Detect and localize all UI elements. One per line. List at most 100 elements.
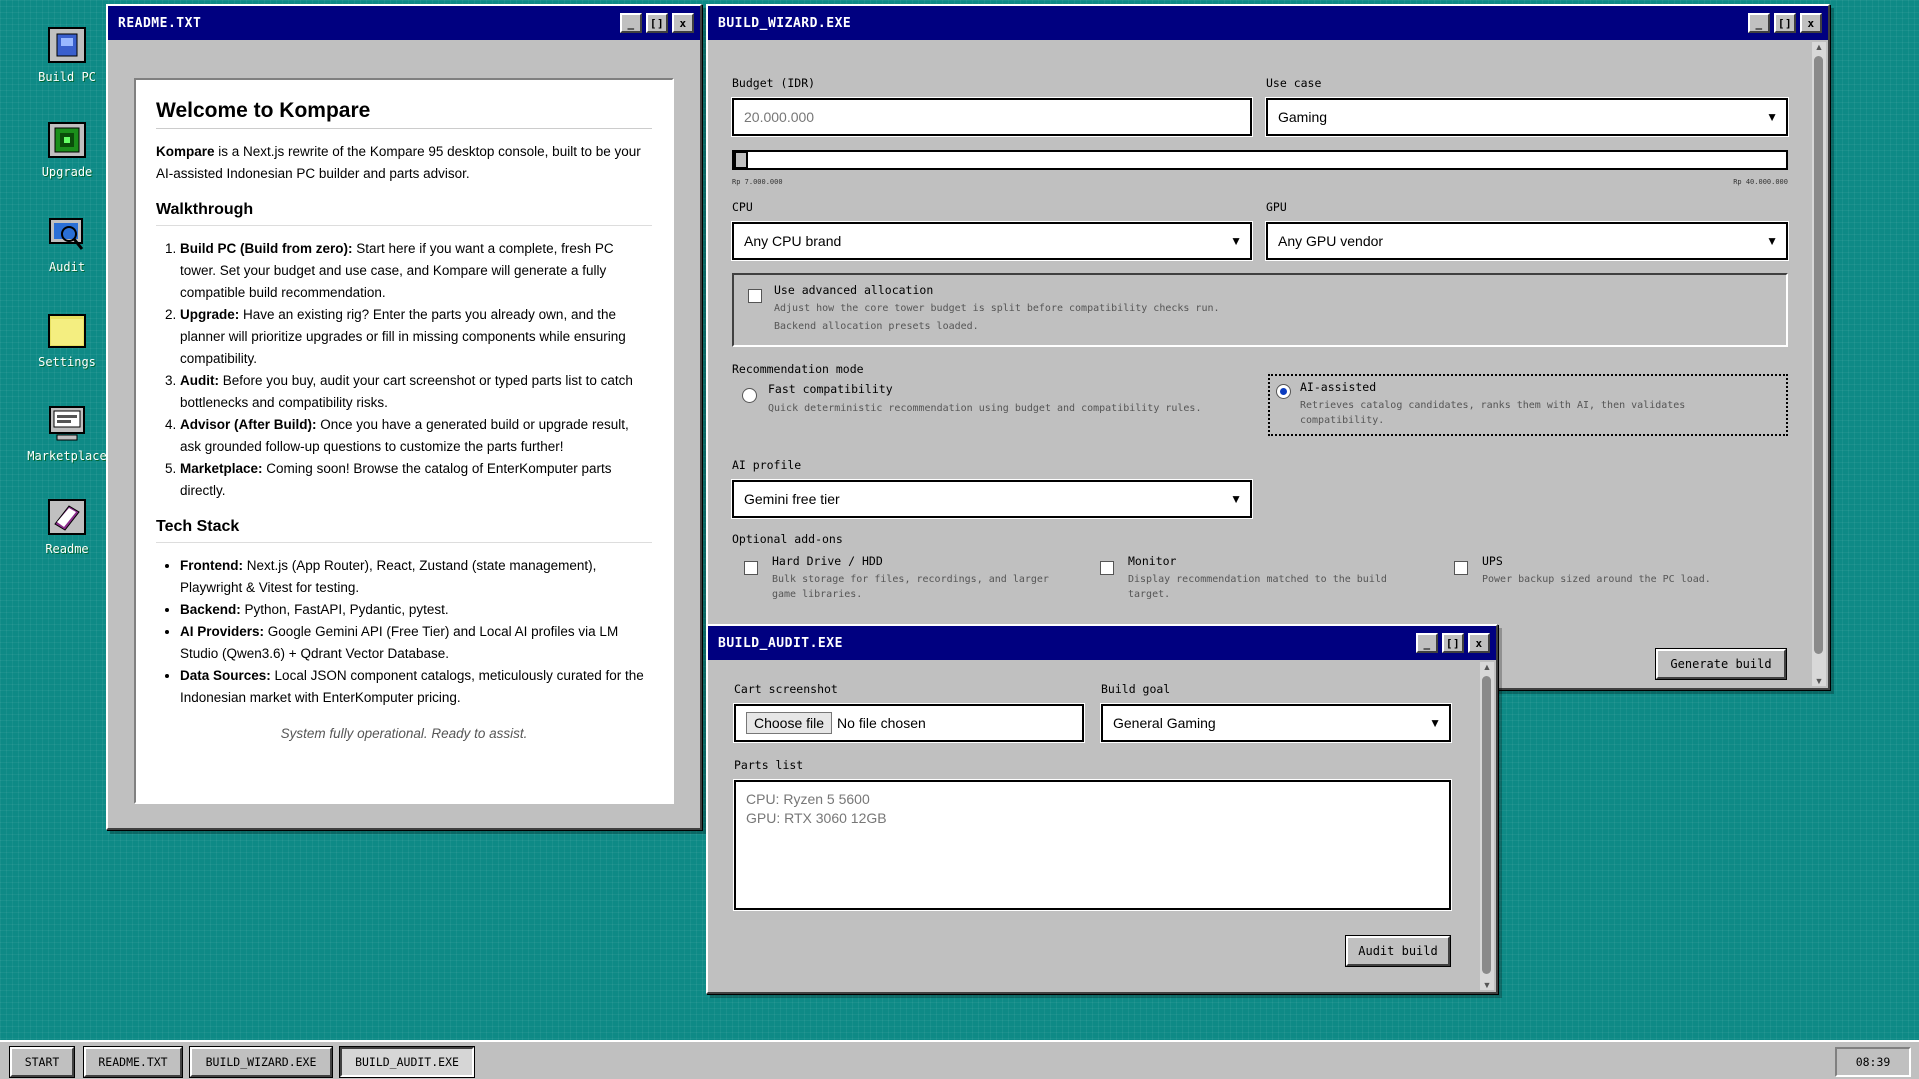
window-title: README.TXT [118,15,202,31]
maximize-button[interactable]: [] [646,13,668,33]
wizard-scrollbar[interactable]: ▲ ▼ [1812,42,1826,686]
wizard-body: Budget (IDR) 20.000.000 Use case Gaming … [708,40,1828,688]
choose-file-button[interactable]: Choose file [746,712,833,734]
audit-titlebar[interactable]: BUILD_AUDIT.EXE _ [] x [708,626,1496,660]
addon-hdd-title: Hard Drive / HDD [772,554,883,568]
minimize-button[interactable]: _ [1416,633,1438,653]
mode-label: Recommendation mode [732,362,864,376]
maximize-button[interactable]: [] [1774,13,1796,33]
list-item: Backend: Python, FastAPI, Pydantic, pyte… [180,599,652,621]
usecase-select[interactable]: Gaming ▼ [1265,97,1789,137]
list-item: Advisor (After Build): Once you have a g… [180,414,652,458]
list-item: Data Sources: Local JSON component catal… [180,665,652,709]
readme-document: Welcome to Kompare Kompare is a Next.js … [134,78,674,804]
item-bold: Build PC (Build from zero): [180,241,353,256]
minimize-button[interactable]: _ [620,13,642,33]
techstack-heading: Tech Stack [156,516,652,543]
close-button[interactable]: x [672,13,694,33]
scroll-up-icon[interactable]: ▲ [1480,662,1494,672]
taskbar-item-build-audit[interactable]: BUILD_AUDIT.EXE [339,1046,475,1078]
readme-intro: Kompare is a Next.js rewrite of the Komp… [156,141,652,185]
chevron-down-icon: ▼ [1230,234,1242,248]
walkthrough-heading: Walkthrough [156,199,652,226]
desktop-icon-marketplace[interactable]: Marketplace [20,405,114,463]
generate-build-button[interactable]: Generate build [1655,648,1787,680]
build-goal-select[interactable]: General Gaming ▼ [1100,703,1452,743]
desktop-icon-build-pc[interactable]: Build PC [20,26,114,84]
budget-slider-thumb[interactable] [734,151,748,169]
advanced-allocation-title: Use advanced allocation [774,283,934,297]
desktop-icon-label: Marketplace [27,449,107,463]
audit-build-button[interactable]: Audit build [1345,935,1451,967]
item-bold: AI Providers: [180,624,265,639]
taskbar-item-readme[interactable]: README.TXT [83,1046,183,1078]
scroll-up-icon[interactable]: ▲ [1812,42,1826,52]
desktop-icon-label: Settings [38,355,96,369]
intro-bold: Kompare [156,144,215,159]
cart-file-input[interactable]: Choose file No file chosen [733,703,1085,743]
mode-ai-radio[interactable] [1276,384,1291,399]
parts-list-label: Parts list [734,758,804,772]
advanced-allocation-checkbox[interactable] [748,289,762,303]
intro-text: is a Next.js rewrite of the Kompare 95 d… [156,144,641,181]
no-file-text: No file chosen [837,715,926,731]
audit-scrollbar[interactable]: ▲ ▼ [1480,662,1494,990]
chevron-down-icon: ▼ [1230,492,1242,506]
cpu-select[interactable]: Any CPU brand ▼ [731,221,1253,261]
item-text: Before you buy, audit your cart screensh… [180,373,633,410]
audit-icon [49,218,84,250]
budget-label: Budget (IDR) [732,76,816,90]
desktop-icon-upgrade[interactable]: Upgrade [20,121,114,179]
minimize-button[interactable]: _ [1748,13,1770,33]
ai-profile-label: AI profile [732,458,802,472]
item-bold: Audit: [180,373,219,388]
gpu-select[interactable]: Any GPU vendor ▼ [1265,221,1789,261]
addon-ups-checkbox[interactable] [1454,561,1468,575]
item-bold: Frontend: [180,558,243,573]
gpu-value: Any GPU vendor [1278,233,1384,249]
addon-ups-title: UPS [1482,554,1503,568]
list-item: Audit: Before you buy, audit your cart s… [180,370,652,414]
addon-hdd-checkbox[interactable] [744,561,758,575]
wizard-titlebar[interactable]: BUILD_WIZARD.EXE _ [] x [708,6,1828,40]
budget-input[interactable]: 20.000.000 [731,97,1253,137]
build-goal-label: Build goal [1101,682,1171,696]
start-button[interactable]: START [9,1046,75,1078]
addon-hdd-desc: Bulk storage for files, recordings, and … [772,574,1049,600]
addon-monitor-checkbox[interactable] [1100,561,1114,575]
close-button[interactable]: x [1800,13,1822,33]
window-title: BUILD_WIZARD.EXE [718,15,852,31]
item-bold: Advisor (After Build): [180,417,317,432]
addon-ups-desc: Power backup sized around the PC load. [1482,574,1711,585]
cpu-label: CPU [732,200,753,214]
scroll-down-icon[interactable]: ▼ [1812,676,1826,686]
close-button[interactable]: x [1468,633,1490,653]
parts-list-textarea[interactable]: CPU: Ryzen 5 5600 GPU: RTX 3060 12GB [733,779,1452,911]
item-bold: Marketplace: [180,461,263,476]
scrollbar-thumb[interactable] [1482,676,1491,974]
item-text: Python, FastAPI, Pydantic, pytest. [240,602,449,617]
list-item: Marketplace: Coming soon! Browse the cat… [180,458,652,502]
budget-slider-track[interactable] [732,150,1788,170]
item-bold: Data Sources: [180,668,271,683]
mode-ai-option[interactable]: AI-assisted Retrieves catalog candidates… [1268,374,1788,436]
addon-monitor-desc: Display recommendation matched to the bu… [1128,574,1387,600]
desktop-icon-audit[interactable]: Audit [20,216,114,274]
ai-profile-select[interactable]: Gemini free tier ▼ [731,479,1253,519]
mode-ai-desc: Retrieves catalog candidates, ranks them… [1300,400,1686,426]
mode-fast-title: Fast compatibility [768,382,893,396]
addon-monitor-title: Monitor [1128,554,1177,568]
desktop-icon-settings[interactable]: Settings [20,311,114,369]
book-icon [48,499,86,535]
taskbar-item-build-wizard[interactable]: BUILD_WIZARD.EXE [189,1046,333,1078]
desktop-icon-readme[interactable]: Readme [20,498,114,556]
desktop-icon-label: Readme [45,542,89,556]
mode-fast-radio[interactable] [742,388,757,403]
audit-body: Cart screenshot Choose file No file chos… [708,660,1496,992]
desktop-icon-label: Audit [48,260,86,274]
maximize-button[interactable]: [] [1442,633,1464,653]
scroll-down-icon[interactable]: ▼ [1480,980,1494,990]
scrollbar-thumb[interactable] [1814,56,1823,654]
readme-titlebar[interactable]: README.TXT _ [] x [108,6,700,40]
list-item: AI Providers: Google Gemini API (Free Ti… [180,621,652,665]
